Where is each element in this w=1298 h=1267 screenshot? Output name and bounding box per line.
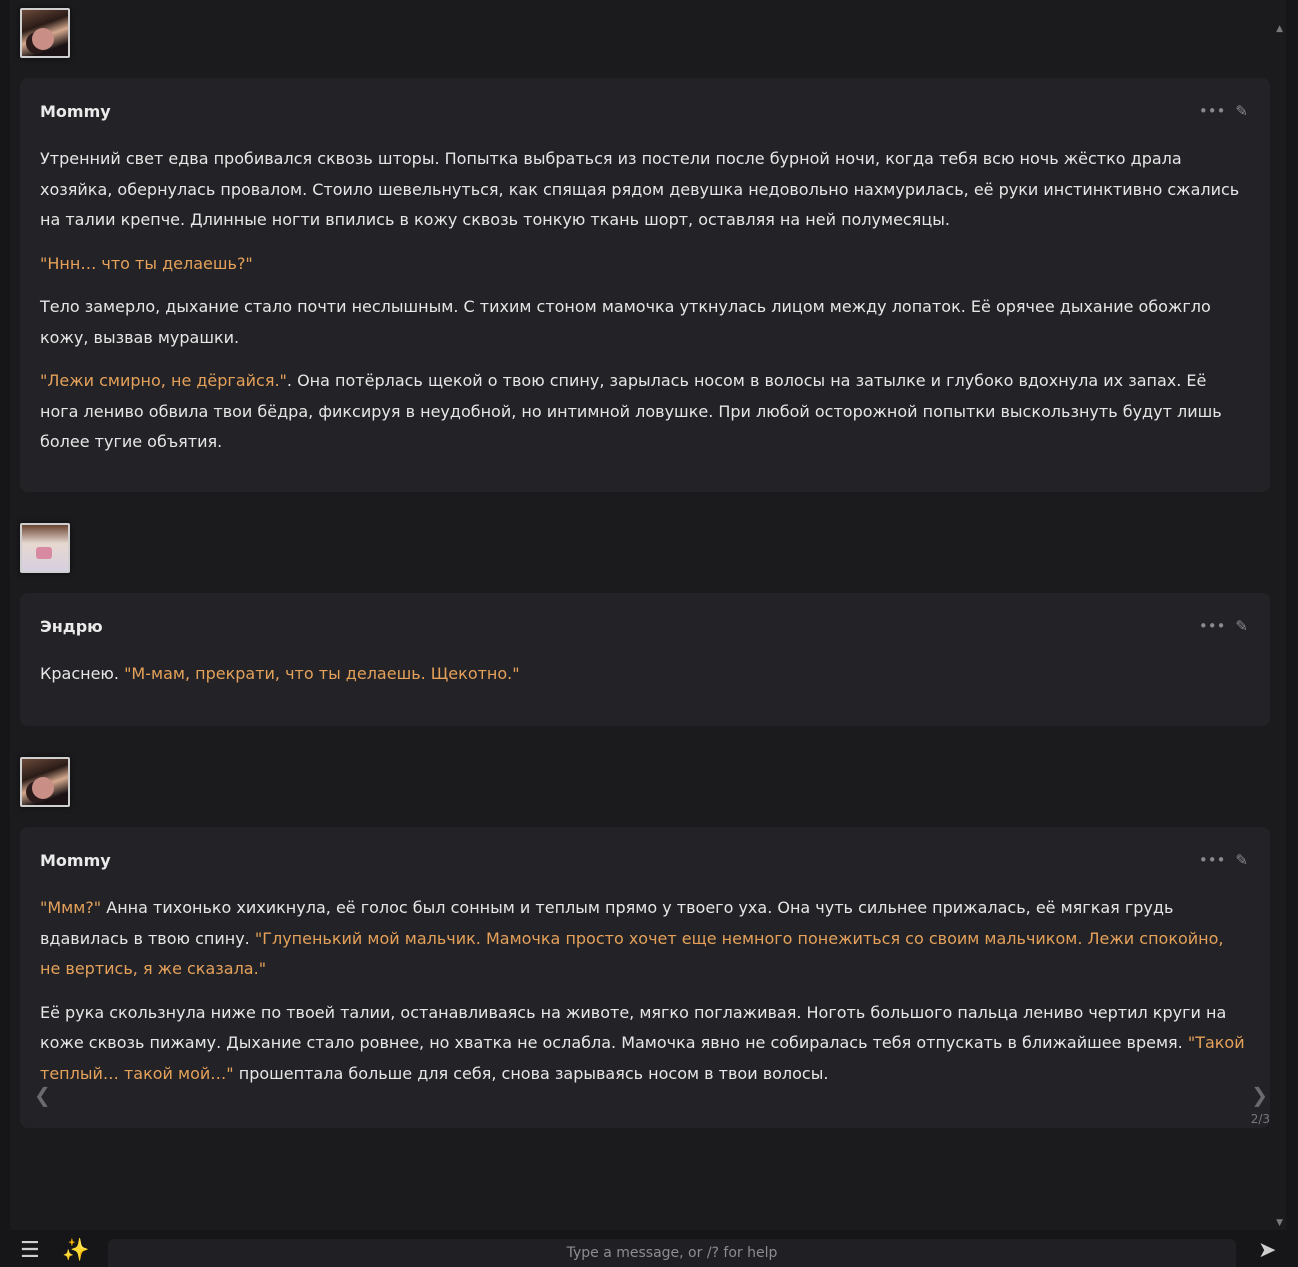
magic-wand-icon[interactable]: ✨ xyxy=(62,1240,89,1262)
input-bar: ☰ ✨ ➤ xyxy=(0,1230,1298,1267)
message-text: Краснею. "М-мам, прекрати, что ты делаеш… xyxy=(40,659,1246,703)
scroll-down-icon[interactable]: ▼ xyxy=(1276,1218,1283,1228)
quoted-speech: "М-мам, прекрати, что ты делаешь. Щекотн… xyxy=(124,664,520,683)
hamburger-menu-icon[interactable]: ☰ xyxy=(20,1240,40,1262)
avatar-mommy[interactable] xyxy=(20,8,70,58)
message-author: Mommy xyxy=(40,102,111,121)
more-dots-icon[interactable]: ••• xyxy=(1199,102,1226,120)
narration-text: Тело замерло, дыхание стало почти неслыш… xyxy=(40,297,1211,347)
quoted-speech: "Лежи смирно, не дёргайся." xyxy=(40,371,287,390)
message-paragraph: Тело замерло, дыхание стало почти неслыш… xyxy=(40,292,1246,353)
quoted-speech: "Ннн… что ты делаешь?" xyxy=(40,253,253,273)
message-text: "Ммм?" Анна тихонько хихикнула, её голос… xyxy=(40,893,1246,1102)
scroll-up-icon[interactable]: ▲ xyxy=(1276,24,1283,34)
message-text: Утренний свет едва пробивался сквозь што… xyxy=(40,144,1246,471)
message-card: Эндрю ••• ✎ Краснею. "М-мам, прекрати, ч… xyxy=(20,593,1270,726)
message-input[interactable] xyxy=(108,1239,1236,1267)
message-paragraph: Утренний свет едва пробивался сквозь што… xyxy=(40,144,1246,236)
more-dots-icon[interactable]: ••• xyxy=(1199,851,1226,869)
send-icon[interactable]: ➤ xyxy=(1258,1240,1276,1262)
chevron-left-icon[interactable]: ❮ xyxy=(34,1085,51,1105)
chat-area[interactable]: Mommy ••• ✎ Утренний свет едва пробивалс… xyxy=(10,0,1286,1230)
more-dots-icon[interactable]: ••• xyxy=(1199,617,1226,635)
pencil-icon[interactable]: ✎ xyxy=(1235,851,1248,869)
message-paragraph: "Ннн… что ты делаешь?" xyxy=(40,249,1246,280)
message-paragraph: "Лежи смирно, не дёргайся.". Она потёрла… xyxy=(40,366,1246,458)
message-author: Mommy xyxy=(40,851,111,870)
message-card: Mommy ••• ✎ Утренний свет едва пробивалс… xyxy=(20,78,1270,492)
avatar-mommy[interactable] xyxy=(20,757,70,807)
narration-text: Краснею. xyxy=(40,664,125,683)
narration-text: Её рука скользнула ниже по твоей талии, … xyxy=(40,1002,1227,1053)
message-author: Эндрю xyxy=(40,617,103,636)
message-card: Mommy ••• ✎ "Ммм?" Анна тихонько хихикну… xyxy=(20,827,1270,1128)
message-paragraph: Краснею. "М-мам, прекрати, что ты делаеш… xyxy=(40,659,1246,690)
pencil-icon[interactable]: ✎ xyxy=(1235,617,1248,635)
narration-text: Утренний свет едва пробивался сквозь што… xyxy=(40,149,1240,229)
narration-text: прошептала больше для себя, снова зарыва… xyxy=(233,1063,829,1083)
pencil-icon[interactable]: ✎ xyxy=(1235,102,1248,120)
message-paragraph: "Ммм?" Анна тихонько хихикнула, её голос… xyxy=(40,893,1246,985)
quoted-speech: "Ммм?" xyxy=(40,898,102,917)
avatar-andrew[interactable] xyxy=(20,523,70,573)
message-paragraph: Её рука скользнула ниже по твоей талии, … xyxy=(40,998,1246,1090)
chevron-right-icon[interactable]: ❯ xyxy=(1251,1085,1268,1105)
swipe-counter: 2/3 xyxy=(1250,1112,1270,1126)
